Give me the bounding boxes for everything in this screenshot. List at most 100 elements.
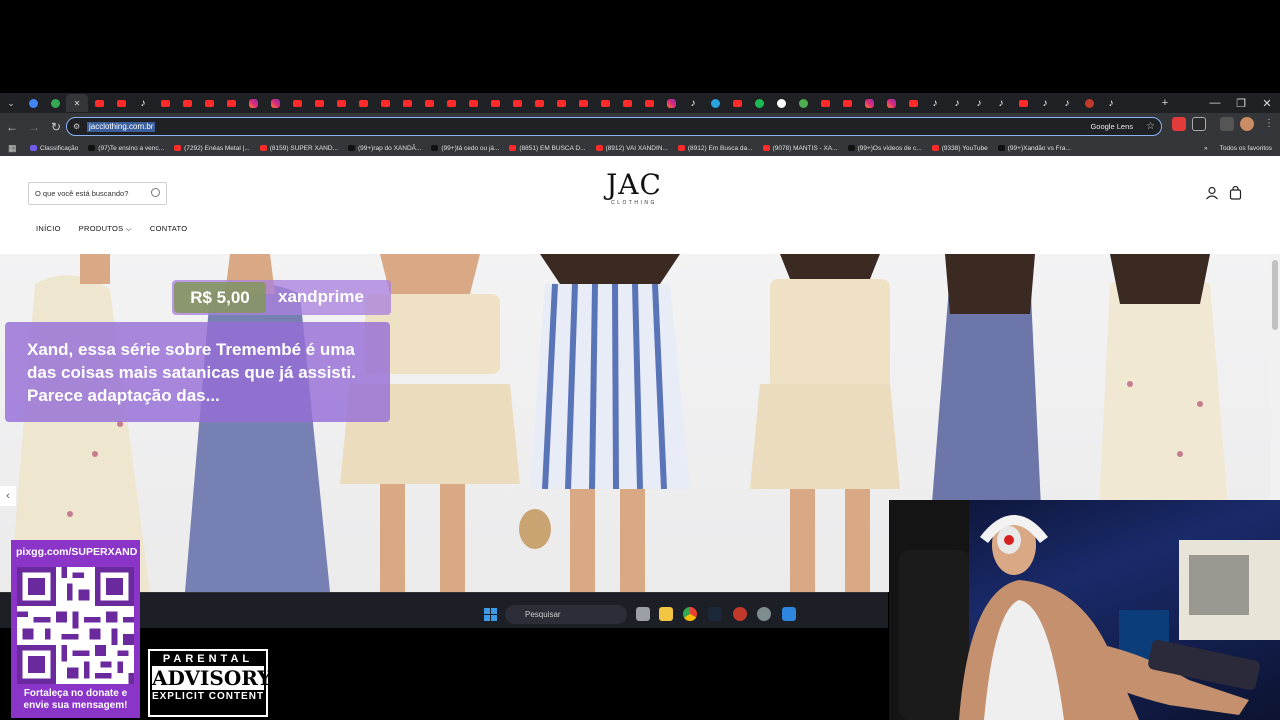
tab-instagram[interactable]: [242, 94, 264, 112]
bookmark-item[interactable]: (99+)Os vídeos de c...: [847, 145, 922, 152]
tab-search-icon[interactable]: ⌄: [0, 94, 22, 112]
menu-icon[interactable]: ⋮: [1262, 117, 1276, 131]
chrome-icon[interactable]: [683, 607, 697, 621]
file-explorer-icon[interactable]: [659, 607, 673, 621]
bookmark-item[interactable]: (8851) EM BUSCA D...: [509, 145, 586, 152]
bookmark-item[interactable]: (99+)rap do XANDÃ...: [347, 145, 421, 152]
bookmarks-overflow-icon[interactable]: »: [1204, 145, 1208, 152]
maximize-button[interactable]: ❐: [1228, 93, 1254, 113]
bookmark-item[interactable]: (7292) Enéas Metal |...: [174, 145, 250, 152]
nav-produtos[interactable]: PRODUTOS ⌵: [79, 224, 132, 234]
app-icon[interactable]: [733, 607, 747, 621]
app-icon[interactable]: [782, 607, 796, 621]
scrollbar-thumb[interactable]: [1272, 260, 1278, 330]
all-bookmarks-button[interactable]: » Todos os favoritos: [1204, 140, 1272, 156]
tab-youtube[interactable]: [308, 94, 330, 112]
forward-icon[interactable]: →: [24, 117, 44, 137]
close-window-button[interactable]: ✕: [1254, 93, 1280, 113]
tab-site[interactable]: [748, 94, 770, 112]
google-lens-button[interactable]: Google Lens: [1090, 122, 1133, 131]
tab-youtube[interactable]: [484, 94, 506, 112]
tab-youtube[interactable]: [506, 94, 528, 112]
tab-youtube[interactable]: [1012, 94, 1034, 112]
site-info-icon[interactable]: ⚙: [73, 122, 80, 131]
apps-icon[interactable]: ▦: [8, 143, 22, 154]
tab-youtube[interactable]: [220, 94, 242, 112]
tab-youtube[interactable]: [88, 94, 110, 112]
bookmark-item[interactable]: (99+)tá cedo ou já...: [431, 145, 499, 152]
steam-icon[interactable]: [708, 607, 722, 621]
tab-youtube[interactable]: [110, 94, 132, 112]
tab-site[interactable]: [22, 94, 44, 112]
tab-youtube[interactable]: [352, 94, 374, 112]
tab-youtube[interactable]: [638, 94, 660, 112]
account-icon[interactable]: [1205, 186, 1219, 200]
tab-site[interactable]: [704, 94, 726, 112]
url-text[interactable]: jacclothing.com.br: [87, 121, 156, 132]
tab-youtube[interactable]: [198, 94, 220, 112]
tab-tiktok[interactable]: ♪: [990, 94, 1012, 112]
task-view-icon[interactable]: [636, 607, 650, 621]
site-search-input[interactable]: O que você está buscando?: [28, 182, 167, 205]
bookmark-item[interactable]: (99+)Xandão vs Fra...: [997, 145, 1071, 152]
windows-start-icon[interactable]: [484, 608, 497, 621]
extension-icon[interactable]: [1172, 117, 1186, 131]
tab-site[interactable]: [792, 94, 814, 112]
address-bar[interactable]: ⚙ jacclothing.com.br Google Lens ☆: [66, 117, 1162, 136]
tab-youtube[interactable]: [836, 94, 858, 112]
nav-inicio[interactable]: INÍCIO: [36, 224, 61, 234]
tab-instagram[interactable]: [264, 94, 286, 112]
extension-icon[interactable]: [1192, 117, 1206, 131]
tab-tiktok[interactable]: ♪: [924, 94, 946, 112]
bookmark-item[interactable]: (9078) MANTIS - XA...: [762, 145, 838, 152]
taskbar-search[interactable]: Pesquisar: [505, 605, 627, 624]
tab-instagram[interactable]: [660, 94, 682, 112]
hero-prev-arrow[interactable]: ‹: [0, 486, 16, 506]
reload-icon[interactable]: ↻: [46, 117, 66, 137]
tab-tiktok[interactable]: ♪: [682, 94, 704, 112]
search-icon[interactable]: [151, 188, 160, 197]
nav-contato[interactable]: CONTATO: [150, 224, 188, 234]
bookmark-item[interactable]: Classificação: [30, 145, 78, 152]
tab-youtube[interactable]: [440, 94, 462, 112]
bookmark-item[interactable]: (97)Te ensino a venc...: [88, 145, 164, 152]
tab-youtube[interactable]: [594, 94, 616, 112]
minimize-button[interactable]: —: [1202, 93, 1228, 113]
tab-tiktok[interactable]: ♪: [968, 94, 990, 112]
bookmark-item[interactable]: (8912) Em Busca da...: [677, 145, 753, 152]
tab-youtube[interactable]: [330, 94, 352, 112]
media-icon[interactable]: [1220, 117, 1234, 131]
tab-instagram[interactable]: [880, 94, 902, 112]
tab-site[interactable]: [1078, 94, 1100, 112]
bookmark-star-icon[interactable]: ☆: [1146, 121, 1155, 132]
site-logo[interactable]: JAC CLOTHING: [598, 170, 670, 214]
tab-tiktok[interactable]: ♪: [132, 94, 154, 112]
tab-youtube[interactable]: [528, 94, 550, 112]
tab-active[interactable]: ✕: [66, 94, 88, 112]
tab-tiktok[interactable]: ♪: [946, 94, 968, 112]
bookmark-item[interactable]: (9338) YouTube: [931, 145, 988, 152]
tab-youtube[interactable]: [462, 94, 484, 112]
back-icon[interactable]: ←: [2, 117, 22, 137]
tab-tiktok[interactable]: ♪: [1100, 94, 1122, 112]
bookmark-item[interactable]: (8912) VAI XANDIN...: [595, 145, 668, 152]
tab-youtube[interactable]: [814, 94, 836, 112]
tab-youtube[interactable]: [572, 94, 594, 112]
tab-youtube[interactable]: [616, 94, 638, 112]
tab-youtube[interactable]: [418, 94, 440, 112]
shopping-bag-icon[interactable]: [1229, 186, 1242, 200]
tab-tiktok[interactable]: ♪: [1056, 94, 1078, 112]
bookmark-item[interactable]: (8159) SUPER XAND...: [259, 145, 338, 152]
tab-youtube[interactable]: [726, 94, 748, 112]
tab-youtube[interactable]: [374, 94, 396, 112]
new-tab-button[interactable]: +: [1152, 93, 1178, 113]
profile-avatar[interactable]: [1240, 117, 1254, 131]
tab-youtube[interactable]: [286, 94, 308, 112]
tab-site[interactable]: [770, 94, 792, 112]
tab-tiktok[interactable]: ♪: [1034, 94, 1056, 112]
tab-youtube[interactable]: [396, 94, 418, 112]
settings-icon[interactable]: [757, 607, 771, 621]
tab-instagram[interactable]: [858, 94, 880, 112]
tab-site[interactable]: [44, 94, 66, 112]
tab-youtube[interactable]: [176, 94, 198, 112]
